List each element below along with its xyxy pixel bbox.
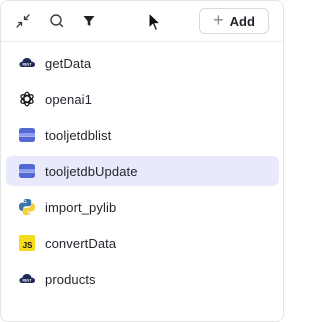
mouse-pointer-icon (148, 12, 162, 32)
query-item[interactable]: REST getData (6, 48, 279, 78)
query-item[interactable]: tooljetdblist (6, 120, 279, 150)
restapi-icon: REST (18, 54, 36, 72)
query-name: openai1 (45, 91, 92, 107)
query-name: products (45, 271, 96, 287)
query-name: convertData (45, 235, 117, 251)
filter-icon[interactable] (79, 11, 99, 31)
query-list: REST getData openai1 tooljetdblist tooljetdb… (6, 48, 279, 300)
query-toolbar: + Add (1, 1, 283, 42)
query-item[interactable]: REST products (6, 264, 279, 294)
openai-icon (18, 90, 36, 108)
add-button-label: Add (229, 13, 255, 29)
add-query-button[interactable]: + Add (199, 8, 269, 34)
search-icon[interactable] (47, 11, 67, 31)
query-item[interactable]: tooljetdbUpdate (6, 156, 279, 186)
query-item[interactable]: JS convertData (6, 228, 279, 258)
svg-text:REST: REST (22, 279, 32, 283)
query-panel: + Add REST getData openai1 tooljetdblist too… (0, 0, 284, 322)
tooljetdb-icon (18, 126, 36, 144)
plus-icon: + (213, 10, 224, 30)
query-name: tooljetdblist (45, 127, 112, 143)
svg-text:REST: REST (22, 63, 32, 67)
query-item[interactable]: import_pylib (6, 192, 279, 222)
query-name: getData (45, 55, 92, 71)
restapi-icon: REST (18, 270, 36, 288)
tooljetdb-icon (18, 162, 36, 180)
javascript-icon: JS (18, 234, 36, 252)
query-item[interactable]: openai1 (6, 84, 279, 114)
query-name: tooljetdbUpdate (45, 163, 138, 179)
collapse-icon[interactable] (13, 11, 33, 31)
python-icon (18, 198, 36, 216)
svg-text:JS: JS (23, 241, 33, 250)
query-name: import_pylib (45, 199, 117, 215)
